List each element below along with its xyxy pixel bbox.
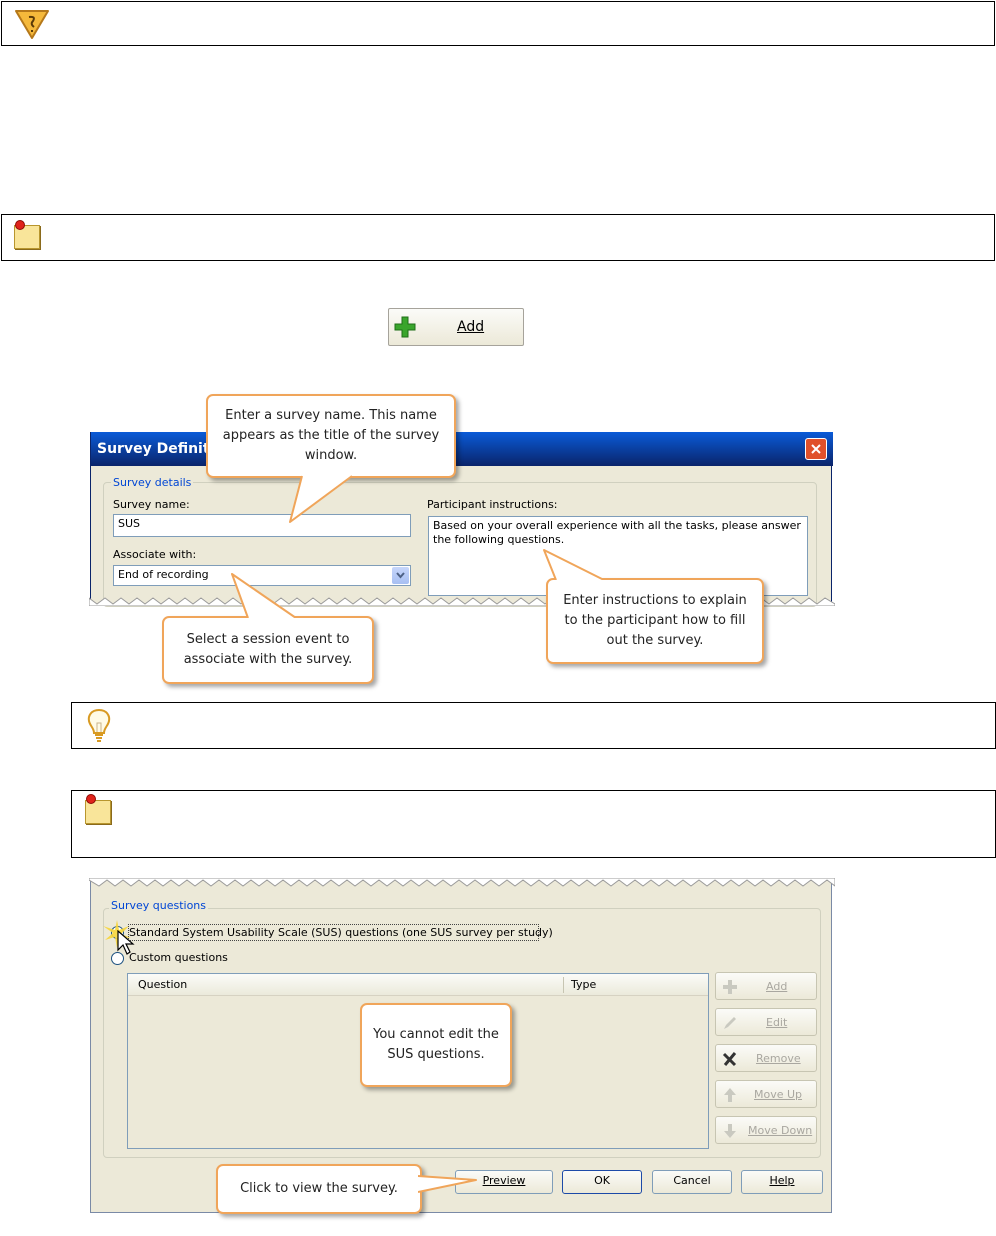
ok-button[interactable]: OK (562, 1170, 642, 1194)
plus-icon (394, 316, 416, 338)
note-box (71, 790, 996, 858)
callout-survey-name: Enter a survey name. This name appears a… (206, 394, 456, 478)
callout-pointer (289, 474, 354, 523)
close-button[interactable] (805, 438, 827, 460)
warning-note-box (1, 1, 995, 46)
remove-question-button[interactable]: Remove (715, 1044, 817, 1072)
mouse-cursor-icon (117, 930, 135, 955)
edit-question-button[interactable]: Edit (715, 1008, 817, 1036)
callout-pointer (418, 1175, 477, 1193)
survey-details-title: Survey details (111, 476, 194, 489)
custom-option-label: Custom questions (129, 951, 228, 964)
column-divider (563, 977, 564, 993)
add-question-button[interactable]: Add (715, 972, 817, 1000)
column-question[interactable]: Question (138, 978, 187, 991)
move-down-label: Move Down (748, 1124, 813, 1137)
callout-pointer (231, 573, 298, 620)
help-button[interactable]: Help (741, 1170, 823, 1194)
associate-with-label: Associate with: (113, 548, 197, 561)
pin-icon (86, 794, 96, 804)
preview-label: Preview (482, 1174, 526, 1187)
callout-pointer (543, 549, 606, 582)
arrow-up-icon (724, 1088, 736, 1102)
participant-instructions-label: Participant instructions: (427, 498, 558, 511)
column-type[interactable]: Type (571, 978, 596, 991)
dropdown-button[interactable] (392, 567, 409, 584)
chevron-down-icon (396, 572, 405, 579)
warning-icon (15, 10, 49, 39)
pin-icon (15, 220, 25, 230)
plus-icon (723, 980, 737, 994)
tip-box (71, 702, 996, 749)
callout-preview: Click to view the survey. (216, 1164, 422, 1214)
list-header: Question Type (128, 974, 708, 996)
move-up-label: Move Up (754, 1088, 803, 1101)
help-label: Help (769, 1174, 795, 1187)
remove-x-icon (722, 1052, 737, 1067)
cancel-button[interactable]: Cancel (652, 1170, 732, 1194)
note-box (1, 214, 995, 261)
callout-instructions: Enter instructions to explain to the par… (546, 578, 764, 664)
survey-name-input[interactable]: SUS (113, 514, 411, 537)
cancel-label: Cancel (673, 1174, 711, 1187)
pencil-icon (724, 1017, 736, 1029)
callout-cannot-edit: You cannot edit the SUS questions. (360, 1003, 512, 1087)
sus-option-label: Standard System Usability Scale (SUS) qu… (129, 926, 553, 939)
remove-question-label: Remove (756, 1052, 801, 1065)
add-question-label: Add (766, 980, 788, 993)
dialog-title: Survey Definitio (97, 441, 224, 457)
ok-label: OK (594, 1174, 610, 1187)
add-button-label: Add (457, 319, 485, 335)
add-button[interactable]: Add (388, 308, 524, 346)
arrow-down-icon (724, 1124, 736, 1138)
dialog-title-bar: Survey Definitio (91, 432, 833, 466)
torn-edge (89, 878, 835, 887)
survey-questions-title: Survey questions (109, 899, 209, 912)
move-up-button[interactable]: Move Up (715, 1080, 817, 1108)
move-down-button[interactable]: Move Down (715, 1116, 817, 1144)
lightbulb-icon (87, 708, 111, 742)
edit-question-label: Edit (766, 1016, 788, 1029)
close-icon (811, 444, 821, 454)
survey-name-label: Survey name: (113, 498, 190, 511)
callout-session-event: Select a session event to associate with… (162, 616, 374, 684)
associate-with-value: End of recording (118, 568, 209, 581)
